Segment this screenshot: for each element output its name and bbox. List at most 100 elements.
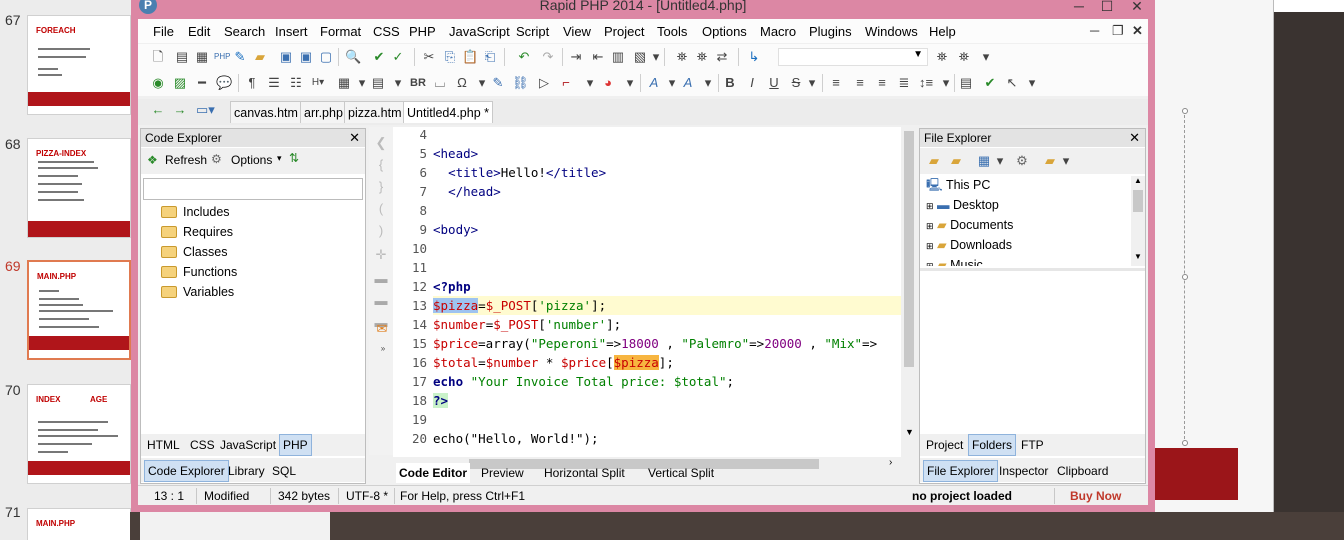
scroll-thumb[interactable] [1133, 190, 1143, 212]
italic-icon[interactable]: I [744, 75, 760, 91]
tab-inspector[interactable]: Inspector [996, 461, 1051, 481]
new-php-icon[interactable]: PHP [214, 49, 230, 65]
brace-icon[interactable]: { [373, 157, 389, 173]
tab-horizontal-split[interactable]: Horizontal Split [541, 463, 628, 483]
pane-splitter[interactable] [920, 268, 1145, 271]
code-explorer-filter-input[interactable] [143, 178, 363, 200]
slide-thumbnail[interactable]: INDEX AGE [27, 384, 131, 484]
spacing-dropdown-icon[interactable]: ▾ [938, 75, 954, 91]
line-spacing-icon[interactable]: ↕≡ [918, 75, 934, 91]
buy-now-link[interactable]: Buy Now [1070, 489, 1121, 503]
chevron-down-icon[interactable]: ▼ [913, 49, 923, 60]
line-break-icon[interactable]: BR [410, 75, 426, 91]
new-css-icon[interactable]: ▦ [194, 49, 210, 65]
brace-icon[interactable]: } [373, 179, 389, 195]
toolbar-overflow-icon[interactable]: ▾ [648, 49, 664, 65]
menu-plugins[interactable]: Plugins [809, 24, 852, 39]
menu-insert[interactable]: Insert [275, 24, 308, 39]
expand-icon[interactable]: ⊞ [926, 221, 934, 231]
tree-scrollbar[interactable]: ▲ ▼ [1131, 176, 1145, 266]
find-next-icon[interactable]: ⛯ [694, 49, 710, 65]
tree-item-functions[interactable]: Functions [161, 263, 237, 281]
new-file-icon[interactable]: 🗋 [150, 49, 166, 65]
indent-icon[interactable]: ⇥ [568, 49, 584, 65]
char-dropdown-icon[interactable]: ▾ [474, 75, 490, 91]
horizontal-rule-icon[interactable]: ━ [194, 75, 210, 91]
slide-thumbnail[interactable]: PIZZA-INDEX [27, 138, 131, 238]
favorites-folder-icon[interactable]: ▰ [1042, 153, 1058, 169]
paste-special-icon[interactable]: ⎗ [482, 49, 498, 65]
mdi-close-icon[interactable]: ✕ [1132, 23, 1143, 39]
slide-thumbnail[interactable]: FOREACH [27, 15, 131, 115]
column-select-icon[interactable]: ▥ [610, 49, 626, 65]
toolbar-overflow-icon[interactable]: ▾ [622, 75, 638, 91]
folder-up-icon[interactable]: ▰ [926, 153, 942, 169]
tab-pizza-htm[interactable]: pizza.htm [344, 101, 406, 123]
menu-javascript[interactable]: JavaScript [449, 24, 510, 39]
form-icon[interactable]: ▤ [370, 75, 386, 91]
outdent-icon[interactable]: ⇤ [590, 49, 606, 65]
scroll-down-icon[interactable]: ▼ [905, 427, 914, 437]
slide-thumbnail[interactable]: MAIN.PHP [27, 508, 131, 540]
palette-icon[interactable]: ◕ [600, 75, 616, 91]
close-file-icon[interactable]: ▢ [318, 49, 334, 65]
toolbar-overflow-icon[interactable]: ▾ [1024, 75, 1040, 91]
expand-icon[interactable]: ⊞ [926, 201, 934, 211]
tab-library[interactable]: Library [225, 461, 268, 481]
tab-project[interactable]: Project [923, 435, 966, 455]
tab-css[interactable]: CSS [187, 435, 218, 455]
bookmark-icon[interactable]: ✉ [373, 321, 391, 337]
comment-bubble-icon[interactable]: 💬 [216, 75, 232, 91]
find-icon[interactable]: ⛯ [934, 49, 950, 65]
mdi-restore-icon[interactable]: ❐ [1112, 23, 1124, 39]
tab-ftp[interactable]: FTP [1018, 435, 1047, 455]
block-icon[interactable]: ▬ [373, 271, 389, 287]
link-icon[interactable]: ⛓ [512, 75, 529, 91]
tab-code-explorer[interactable]: Code Explorer [144, 460, 229, 482]
bold-icon[interactable]: B [722, 75, 738, 91]
menu-tools[interactable]: Tools [657, 24, 687, 39]
menu-project[interactable]: Project [604, 24, 644, 39]
editor-vertical-scrollbar[interactable]: ▼ [902, 127, 916, 457]
sort-icon[interactable]: ⇅ [289, 151, 299, 165]
undo-icon[interactable]: ↶ [516, 49, 532, 65]
chevron-down-icon[interactable]: ▾ [992, 153, 1008, 169]
tree-item-documents[interactable]: ⊞ ▰ Documents [926, 216, 1013, 235]
table-dropdown-icon[interactable]: ▾ [354, 75, 370, 91]
comment-icon[interactable]: ▧ [632, 49, 648, 65]
bullet-list-icon[interactable]: ☰ [266, 75, 282, 91]
menu-script[interactable]: Script [516, 24, 549, 39]
close-icon[interactable]: ✕ [349, 129, 360, 147]
style-dropdown-icon[interactable]: ▾ [700, 75, 716, 91]
tab-arr-php[interactable]: arr.php [300, 101, 347, 123]
refresh-button[interactable]: Refresh [165, 153, 207, 167]
form-dropdown-icon[interactable]: ▾ [390, 75, 406, 91]
menu-edit[interactable]: Edit [188, 24, 210, 39]
menu-css[interactable]: CSS [373, 24, 400, 39]
replace-icon[interactable]: ⇄ [714, 49, 730, 65]
browser-preview-icon[interactable]: ◉ [150, 75, 166, 91]
menu-options[interactable]: Options [702, 24, 747, 39]
bracket-icon[interactable]: ) [373, 223, 389, 239]
tab-canvas-htm[interactable]: canvas.htm [230, 101, 302, 123]
tab-preview[interactable]: Preview [478, 463, 527, 483]
paste-icon[interactable]: 📋 [462, 49, 478, 65]
tab-html[interactable]: HTML [144, 435, 183, 455]
edit-tag-icon[interactable]: ✎ [490, 75, 506, 91]
paragraph-icon[interactable]: ¶ [244, 75, 260, 91]
menu-search[interactable]: Search [224, 24, 265, 39]
menu-file[interactable]: File [153, 24, 174, 39]
binoculars-icon[interactable]: ⛯ [674, 49, 690, 65]
tree-item-this-pc[interactable]: 🖳 This PC [926, 176, 990, 194]
find-previous-icon[interactable]: ⛯ [956, 49, 972, 65]
tree-item-variables[interactable]: Variables [161, 283, 234, 301]
new-html-icon[interactable]: ▤ [174, 49, 190, 65]
numbered-list-icon[interactable]: ☷ [288, 75, 304, 91]
expand-icon[interactable]: ⊞ [926, 241, 934, 251]
tab-php[interactable]: PHP [279, 434, 312, 456]
code-editor[interactable]: <head> <title>Hello!</title> </head> <bo… [433, 127, 901, 457]
cursor-icon[interactable]: ↖ [1004, 75, 1020, 91]
options-button[interactable]: Options [231, 153, 272, 167]
text-style-icon[interactable]: A [680, 75, 696, 91]
menu-php[interactable]: PHP [409, 24, 436, 39]
